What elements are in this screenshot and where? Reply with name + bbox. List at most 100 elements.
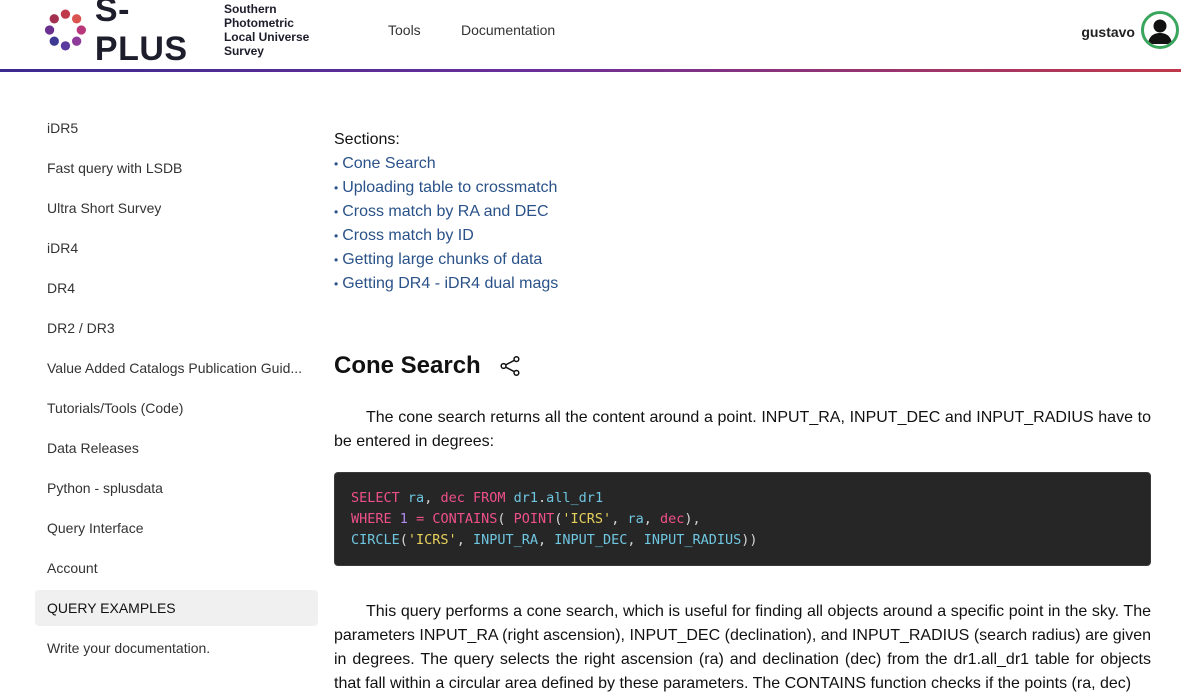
section-link-label: Cone Search [342,155,436,172]
section-link-crossmatch-ra-dec[interactable]: • Cross match by RA and DEC [334,200,1151,224]
logo-text: S-PLUS [94,0,188,68]
bullet-icon: • [334,253,339,267]
sidebar-item-idr4[interactable]: iDR4 [35,230,318,266]
section-heading: Cone Search [334,348,1151,384]
bullet-icon: • [334,229,339,243]
code-line-1: SELECT ra, dec FROM dr1.all_dr1 [351,488,1134,509]
code-token: INPUT_RADIUS [643,532,742,548]
code-token: , [611,511,628,527]
code-token: dr1 [513,490,539,506]
code-token: CONTAINS [432,511,498,527]
section-link-label: Getting large chunks of data [342,251,543,268]
code-token: ( [399,532,408,548]
code-token: . [538,490,547,506]
code-token: ( [497,511,514,527]
sidebar-item-account[interactable]: Account [35,550,318,586]
sidebar-item-label: Data Releases [47,440,139,456]
bullet-icon: • [334,157,339,171]
code-token: ra [627,511,644,527]
code-token: ra [407,490,425,506]
logo-subtitle: Southern Photometric Local Universe Surv… [224,2,344,58]
splus-logo-icon [44,9,86,51]
logo-subtitle-line1: Southern Photometric [223,2,294,30]
username[interactable]: gustavo [1081,24,1135,40]
sidebar-item-python-splusdata[interactable]: Python - splusdata [35,470,318,506]
sidebar-item-value-added-catalogs[interactable]: Value Added Catalogs Publication Guid... [35,350,318,386]
sidebar-item-tutorials-tools[interactable]: Tutorials/Tools (Code) [35,390,318,426]
user-icon [1148,19,1172,44]
bullet-icon: • [334,181,339,195]
sidebar-item-query-interface[interactable]: Query Interface [35,510,318,546]
sidebar-item-ultra-short-survey[interactable]: Ultra Short Survey [35,190,318,226]
sidebar-item-dr4[interactable]: DR4 [35,270,318,306]
code-line-3: CIRCLE('ICRS', INPUT_RA, INPUT_DEC, INPU… [351,530,1134,551]
sidebar-item-label: Fast query with LSDB [47,160,183,176]
code-token: , [627,532,644,548]
sidebar-item-label: iDR4 [47,240,79,256]
sidebar-item-label: iDR5 [47,120,79,136]
section-link-large-chunks[interactable]: • Getting large chunks of data [334,248,1151,272]
sidebar-item-label: DR2 / DR3 [47,320,115,336]
sidebar-item-data-releases[interactable]: Data Releases [35,430,318,466]
splus-logo[interactable]: S-PLUS Southern Photometric Local Univer… [44,0,344,68]
main-content: Sections: • Cone Search • Uploading table … [334,128,1151,696]
code-token: , [424,490,441,506]
code-token: 'ICRS' [407,532,457,548]
sidebar-item-label: Query Interface [47,520,144,536]
section-heading-text: Cone Search [334,352,481,379]
share-icon[interactable] [499,355,521,377]
section-link-label: Cross match by RA and DEC [342,203,549,220]
code-block[interactable]: SELECT ra, dec FROM dr1.all_dr1 WHERE 1 … [334,472,1151,566]
logo-subtitle-line2: Local Universe Survey [223,30,310,58]
top-header: S-PLUS Southern Photometric Local Univer… [0,0,1181,72]
bullet-icon: • [334,277,339,291]
cone-search-explanation: This query performs a cone search, which… [334,603,1151,692]
section-link-crossmatch-id[interactable]: • Cross match by ID [334,224,1151,248]
header-divider [0,69,1181,72]
code-token: WHERE [351,511,392,527]
sidebar-item-query-examples[interactable]: QUERY EXAMPLES [35,590,318,626]
sidebar-item-label: Value Added Catalogs Publication Guid... [47,360,303,376]
sidebar-item-dr2-dr3[interactable]: DR2 / DR3 [35,310,318,346]
code-token: = [416,511,425,527]
code-token: SELECT [351,490,400,506]
sidebar-item-label: QUERY EXAMPLES [47,600,176,616]
code-token: )) [741,532,758,548]
section-link-label: Cross match by ID [342,227,474,244]
section-link-uploading-table[interactable]: • Uploading table to crossmatch [334,176,1151,200]
code-token: CIRCLE [351,532,400,548]
section-link-label: Getting DR4 - iDR4 dual mags [342,275,559,292]
sidebar-item-label: Account [47,560,98,576]
code-token: 'ICRS' [562,511,612,527]
code-line-2: WHERE 1 = CONTAINS( POINT('ICRS', ra, de… [351,509,1134,530]
sidebar-item-label: Ultra Short Survey [47,200,162,216]
code-token: , [643,511,660,527]
sidebar: iDR5 Fast query with LSDB Ultra Short Su… [35,110,318,670]
sidebar-item-label: Tutorials/Tools (Code) [47,400,184,416]
sidebar-item-label: Write your documentation. [47,640,211,656]
code-token: dec [440,490,465,506]
section-link-label: Uploading table to crossmatch [342,179,558,196]
sidebar-item-label: DR4 [47,280,76,296]
code-token: POINT [513,511,555,527]
code-token: dec [660,511,685,527]
code-token: all_dr1 [546,490,604,506]
code-token: , [456,532,473,548]
cone-search-intro: The cone search returns all the content … [334,409,1151,450]
sidebar-item-write-documentation[interactable]: Write your documentation. [35,630,318,666]
code-token: FROM [472,490,506,506]
sections-label: Sections: [334,131,400,148]
avatar[interactable] [1141,11,1179,49]
nav-documentation[interactable]: Documentation [461,22,555,38]
section-link-dual-mags[interactable]: • Getting DR4 - iDR4 dual mags [334,272,1151,296]
code-token: ), [684,511,701,527]
code-token: , [538,532,555,548]
nav-tools[interactable]: Tools [388,22,421,38]
sidebar-item-label: Python - splusdata [47,480,163,496]
section-link-cone-search[interactable]: • Cone Search [334,152,1151,176]
bullet-icon: • [334,205,339,219]
code-token: INPUT_RA [472,532,538,548]
code-token: INPUT_DEC [554,532,628,548]
sidebar-item-fast-query-lsdb[interactable]: Fast query with LSDB [35,150,318,186]
sidebar-item-idr5[interactable]: iDR5 [35,110,318,146]
